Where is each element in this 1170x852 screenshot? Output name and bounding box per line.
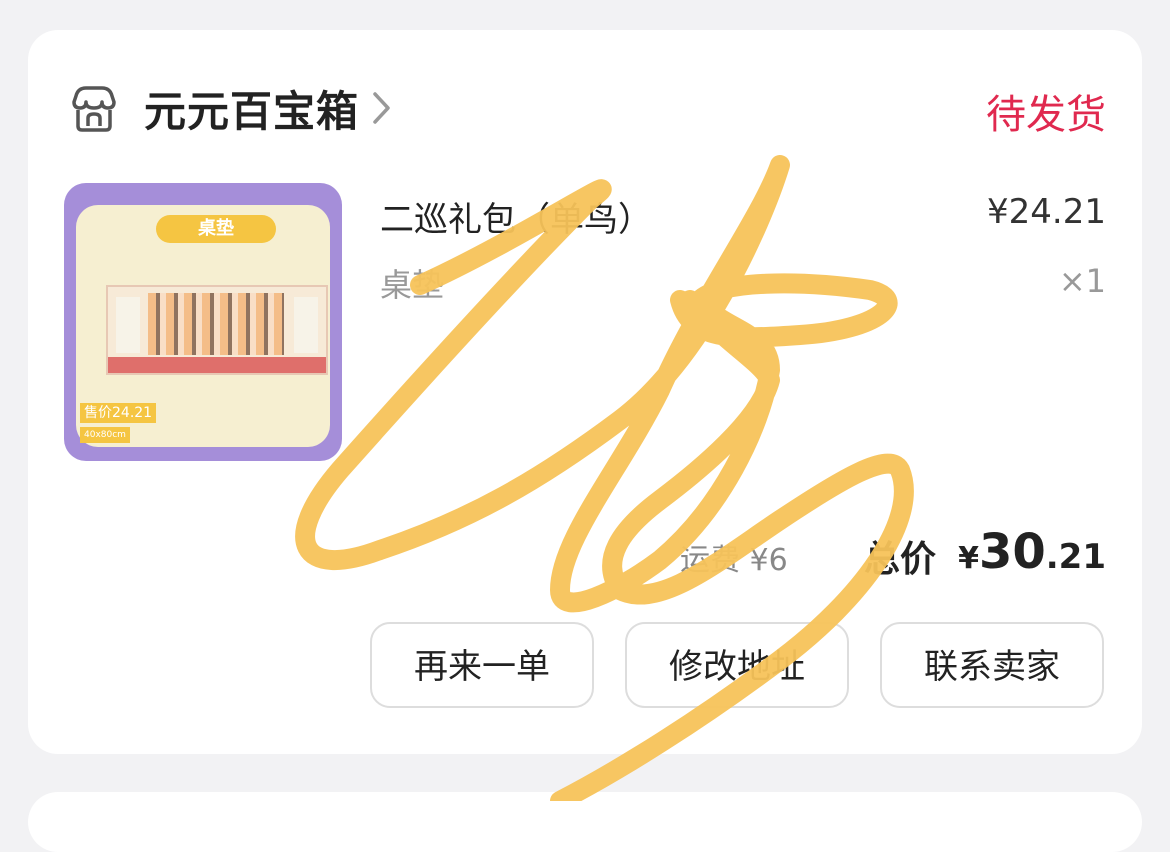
change-address-button[interactable]: 修改地址 xyxy=(625,622,849,708)
product-thumbnail[interactable]: 桌垫 售价24.21 40x80cm xyxy=(64,183,342,461)
total-currency: ¥ xyxy=(958,541,979,576)
reorder-button[interactable]: 再来一单 xyxy=(370,622,594,708)
total-label: 总价 xyxy=(864,539,937,580)
mat-band xyxy=(108,357,326,373)
total-integer: 30 xyxy=(978,524,1046,580)
thumbnail-size-tag: 40x80cm xyxy=(80,427,130,443)
product-name[interactable]: 二巡礼包（单鸟） xyxy=(380,192,652,241)
thumbnail-price-tag: 售价24.21 xyxy=(80,403,157,423)
shop-name: 元元百宝箱 xyxy=(144,86,360,136)
shop-header[interactable]: 元元百宝箱 xyxy=(68,78,393,138)
desk-mat-image xyxy=(106,285,328,375)
total-price: ¥30.21 xyxy=(958,524,1106,580)
product-price: ¥24.21 xyxy=(987,192,1106,232)
mat-left-panel xyxy=(116,297,140,353)
product-quantity: ×1 xyxy=(1058,262,1106,300)
mat-right-panel xyxy=(294,297,318,353)
order-card[interactable]: 元元百宝箱 待发货 桌垫 售价24.21 40x80cm 二巡礼包（单鸟） ¥2… xyxy=(28,30,1142,754)
chevron-right-icon xyxy=(373,92,390,124)
thumbnail-tag: 桌垫 xyxy=(156,215,276,243)
contact-seller-button[interactable]: 联系卖家 xyxy=(880,622,1104,708)
order-status: 待发货 xyxy=(986,92,1106,138)
shop-icon xyxy=(72,86,116,132)
shipping-fee: 运费 ¥6 xyxy=(680,543,788,578)
mat-artwork xyxy=(148,293,284,355)
next-order-card[interactable] xyxy=(28,792,1142,852)
total-decimal: .21 xyxy=(1045,537,1106,577)
product-variant: 桌垫 xyxy=(380,266,445,304)
thumbnail-frame: 桌垫 售价24.21 40x80cm xyxy=(76,205,330,447)
